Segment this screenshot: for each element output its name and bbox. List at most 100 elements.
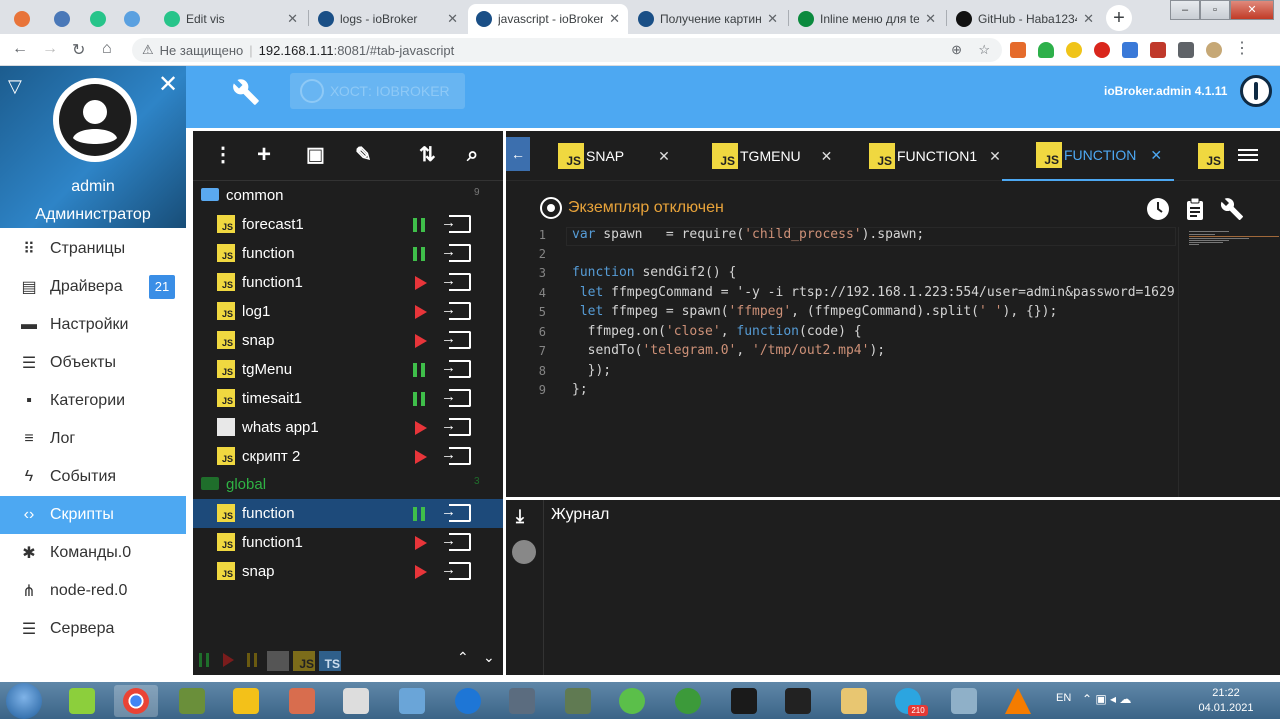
script-row[interactable]: JS function (193, 239, 503, 268)
script-row[interactable]: JS скрипт 2 (193, 442, 503, 471)
code-minimap[interactable] (1178, 227, 1279, 497)
export-icon[interactable] (441, 446, 471, 465)
export-icon[interactable] (441, 417, 471, 436)
pause-icon[interactable] (413, 218, 425, 232)
script-row[interactable]: JS forecast1 (193, 210, 503, 239)
tab-close-icon[interactable]: ✕ (1083, 11, 1094, 27)
menu-item-settings[interactable]: ▬ Настройки (0, 306, 186, 344)
tab-close-icon[interactable]: ✕ (821, 148, 833, 165)
play-icon[interactable] (415, 421, 427, 435)
more-menu-icon[interactable]: ⋮ (1234, 41, 1250, 58)
profile-avatar-icon[interactable] (1206, 42, 1222, 58)
tab-close-icon[interactable]: ✕ (989, 148, 1001, 165)
taskbar-app[interactable] (556, 685, 600, 717)
script-row[interactable]: JS snap (193, 557, 503, 586)
filter-js-button[interactable]: JS (293, 651, 315, 671)
maximize-button[interactable]: ▫ (1200, 0, 1230, 20)
taskbar-app[interactable] (996, 685, 1040, 717)
taskbar-app[interactable] (224, 685, 268, 717)
extension-icon[interactable] (1038, 42, 1054, 58)
taskbar-app[interactable] (500, 685, 544, 717)
collapse-tree-button[interactable]: ← (506, 137, 530, 171)
script-row-selected[interactable]: JS function (193, 499, 503, 528)
address-field[interactable]: ⚠ Не защищено | 192.168.1.11:8081/#tab-j… (132, 38, 1002, 62)
taskbar-app-telegram[interactable]: 210 (886, 685, 930, 717)
browser-tab[interactable]: Edit vis ✕ (156, 4, 306, 34)
script-row[interactable]: JS function1 (193, 528, 503, 557)
instance-target-icon[interactable] (540, 197, 562, 219)
script-row[interactable]: JS tgMenu (193, 355, 503, 384)
play-icon[interactable] (415, 276, 427, 290)
export-icon[interactable] (441, 301, 471, 320)
export-icon[interactable] (441, 388, 471, 407)
taskbar-app[interactable] (446, 685, 490, 717)
tab-close-icon[interactable]: ✕ (658, 148, 670, 165)
zoom-icon[interactable]: ⊕ (951, 42, 962, 58)
browser-tab[interactable]: logs - ioBroker ✕ (310, 4, 466, 34)
menu-item-events[interactable]: ϟ События (0, 458, 186, 496)
bookmark-star-icon[interactable]: ☆ (978, 42, 990, 58)
taskbar-app[interactable] (666, 685, 710, 717)
edit-icon[interactable]: ✎ (355, 145, 372, 165)
script-row[interactable]: whats app1 (193, 413, 503, 442)
folder-row[interactable]: global 3 (193, 470, 503, 499)
extension-icon[interactable] (1094, 42, 1110, 58)
play-icon[interactable] (415, 536, 427, 550)
export-icon[interactable] (441, 272, 471, 291)
play-icon[interactable] (415, 334, 427, 348)
browser-tab[interactable] (116, 4, 154, 34)
extension-icon[interactable] (1150, 42, 1166, 58)
menu-item-pages[interactable]: ⠿ Страницы (0, 230, 186, 268)
wrench-icon[interactable] (232, 78, 260, 106)
taskbar-app[interactable] (942, 685, 986, 717)
editor-tab[interactable]: JS SNAP ✕ (558, 131, 670, 181)
play-icon[interactable] (415, 565, 427, 579)
folder-row[interactable]: common 9 (193, 181, 503, 210)
clear-log-icon[interactable] (512, 540, 536, 564)
taskbar-app[interactable] (610, 685, 654, 717)
menu-item-servers[interactable]: ☰ Сервера (0, 610, 186, 648)
extension-icon[interactable] (1010, 42, 1026, 58)
play-icon[interactable] (415, 305, 427, 319)
menu-item-adapters[interactable]: ▤ Драйвера 21 (0, 268, 186, 306)
wrench-icon[interactable] (1220, 197, 1244, 221)
menu-item-objects[interactable]: ☰ Объекты (0, 344, 186, 382)
menu-item-categories[interactable]: ▪ Категории (0, 382, 186, 420)
export-icon[interactable] (441, 561, 471, 580)
script-row[interactable]: JS timesait1 (193, 384, 503, 413)
play-icon[interactable] (415, 450, 427, 464)
pause-icon[interactable] (413, 247, 425, 261)
browser-tab[interactable]: GitHub - Haba1234 ✕ (948, 4, 1102, 34)
browser-tab[interactable]: Inline меню для tel ✕ (790, 4, 944, 34)
export-icon[interactable] (441, 359, 471, 378)
tab-close-icon[interactable]: ✕ (767, 11, 778, 27)
editor-tab[interactable]: JS (1198, 131, 1226, 181)
browser-tab[interactable] (82, 4, 120, 34)
home-icon[interactable]: ⌂ (102, 40, 112, 58)
filter-running-icon[interactable] (199, 653, 209, 667)
expand-all-icon[interactable]: ⌄ (483, 649, 495, 666)
taskbar-app[interactable] (334, 685, 378, 717)
code-area[interactable]: var spawn = require('child_process').spa… (572, 227, 1176, 495)
editor-tab[interactable]: JS TGMENU ✕ (712, 131, 832, 181)
add-script-icon[interactable]: + (257, 143, 271, 167)
pause-icon[interactable] (413, 363, 425, 377)
menu-item-scripts[interactable]: ‹› Скрипты (0, 496, 186, 534)
browser-tab[interactable] (6, 4, 46, 34)
taskbar-app[interactable] (280, 685, 324, 717)
new-tab-button[interactable]: + (1106, 5, 1132, 31)
browser-tab[interactable] (46, 4, 84, 34)
reload-icon[interactable]: ↻ (72, 40, 85, 60)
editor-tab-active[interactable]: JS FUNCTION ✕ (1002, 131, 1174, 181)
search-icon[interactable]: ⌕ (467, 145, 478, 165)
menu-item-log[interactable]: ≡ Лог (0, 420, 186, 458)
taskbar-app[interactable] (776, 685, 820, 717)
taskbar-app[interactable] (722, 685, 766, 717)
download-icon[interactable]: ⤓ (516, 506, 524, 527)
tabs-menu-icon[interactable] (1238, 149, 1258, 161)
forward-arrow-icon[interactable]: → (42, 40, 58, 58)
browser-tab[interactable]: Получение картин ✕ (630, 4, 786, 34)
start-button[interactable] (6, 683, 42, 719)
editor-tab[interactable]: JS FUNCTION1 ✕ (869, 131, 1001, 181)
menu-toggle-icon[interactable]: ▽ (8, 76, 22, 97)
